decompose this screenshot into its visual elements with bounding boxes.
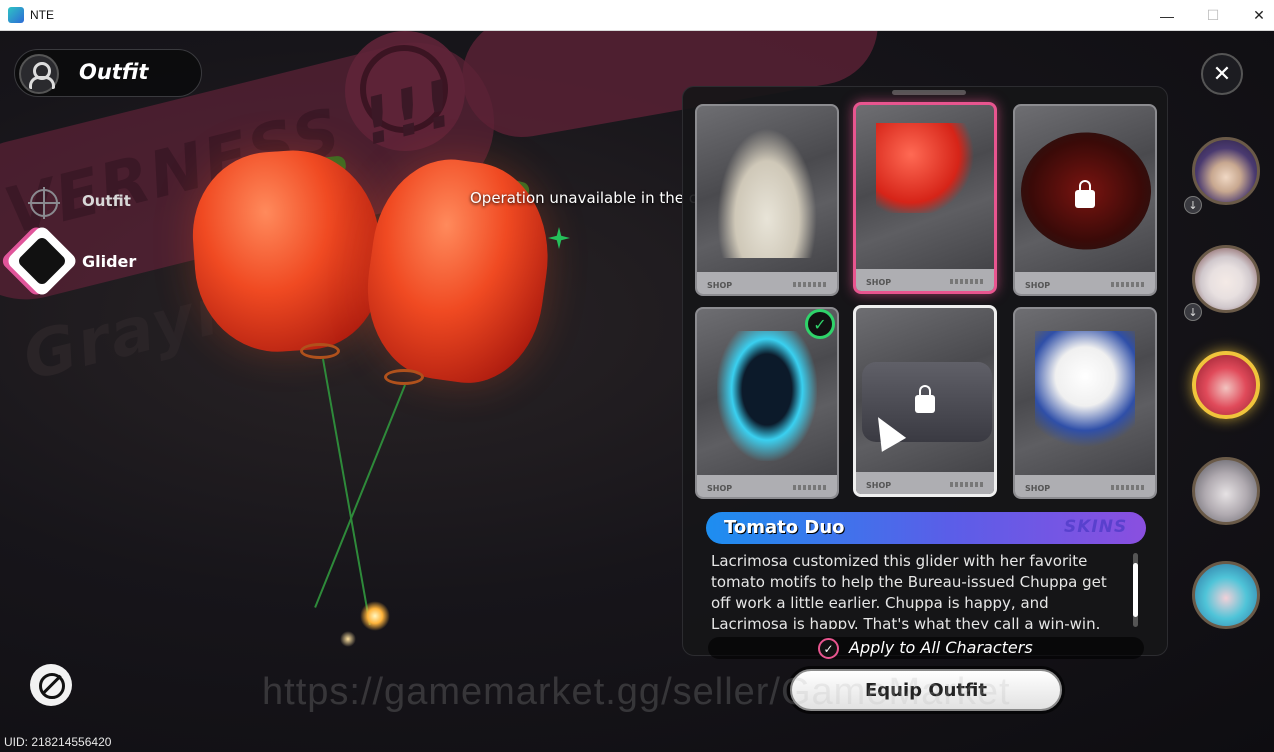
- card-stripes: [950, 482, 984, 487]
- card-tag: SHOP: [707, 281, 733, 290]
- character-avatar-4[interactable]: [1192, 457, 1260, 525]
- green-star-icon: [548, 227, 570, 249]
- card-stripes: [1111, 485, 1145, 490]
- outfit-card-2[interactable]: SHOP: [853, 102, 997, 294]
- hide-ui-button[interactable]: [30, 664, 72, 706]
- close-panel-button[interactable]: ✕: [1201, 53, 1243, 95]
- minimize-button[interactable]: —: [1144, 0, 1190, 31]
- card-tag: SHOP: [1025, 281, 1051, 290]
- glider-icon-inner: [16, 235, 68, 287]
- card-tag: SHOP: [866, 278, 892, 287]
- sidebar-item-outfit[interactable]: Outfit: [82, 192, 131, 210]
- apply-all-checkbox[interactable]: ✓: [818, 638, 839, 659]
- outfit-card-1[interactable]: SHOP: [695, 104, 839, 296]
- card-tag: SHOP: [1025, 484, 1051, 493]
- item-name: Tomato Duo: [724, 517, 845, 538]
- character-avatar-2[interactable]: [1192, 245, 1260, 313]
- sparkle-icon: [360, 601, 390, 631]
- person-icon: [19, 54, 59, 94]
- outfit-card-6[interactable]: SHOP: [1013, 307, 1157, 499]
- game-viewport: VERNESS !!! Grayners Outfit Outfit Glide…: [0, 31, 1274, 752]
- ribbon-bow-right: [384, 369, 424, 385]
- panel-handle[interactable]: [892, 90, 966, 95]
- card-stripes: [793, 485, 827, 490]
- page-title: Outfit: [79, 60, 149, 84]
- sidebar-item-glider[interactable]: Glider: [82, 252, 136, 271]
- uid-label: UID: 218214556420: [4, 735, 112, 749]
- character-avatar-1[interactable]: [1192, 137, 1260, 205]
- down-arrow-icon: ↓: [1184, 303, 1202, 321]
- crosshair-icon[interactable]: [28, 187, 60, 219]
- window-titlebar: NTE — ☐ ✕: [0, 0, 1274, 31]
- character-avatar-5[interactable]: [1192, 561, 1260, 629]
- card-stripes: [793, 282, 827, 287]
- ribbon-bow-left: [300, 343, 340, 359]
- down-arrow-icon: ↓: [1184, 196, 1202, 214]
- lock-icon: [1075, 180, 1095, 208]
- window-close-button[interactable]: ✕: [1236, 0, 1274, 31]
- blue-flame-spirit-icon: [717, 331, 817, 461]
- police-panda-icon: [1035, 331, 1135, 461]
- outfit-header: Outfit: [14, 49, 202, 97]
- tomato-balloon-icon: [876, 123, 976, 213]
- item-rarity: SKINS: [1064, 517, 1128, 537]
- maximize-button[interactable]: ☐: [1190, 0, 1236, 31]
- card-tag: SHOP: [707, 484, 733, 493]
- balloon-string-left: [322, 358, 371, 626]
- item-description: Lacrimosa customized this glider with he…: [711, 552, 1107, 629]
- chuppa-costume-icon: [717, 128, 817, 258]
- character-avatar-3[interactable]: [1192, 351, 1260, 419]
- card-stripes: [1111, 282, 1145, 287]
- card-stripes: [950, 279, 984, 284]
- lock-icon: [915, 385, 935, 413]
- description-scrollbar-thumb[interactable]: [1133, 563, 1138, 617]
- app-icon: [8, 7, 24, 23]
- apply-all-label[interactable]: Apply to All Characters: [849, 638, 1033, 657]
- window-title: NTE: [30, 8, 54, 22]
- watermark-text: https://gamemarket.gg/seller/GameMarket: [262, 671, 1011, 713]
- card-tag: SHOP: [866, 481, 892, 490]
- sparkle-small-icon: [340, 631, 356, 647]
- equipped-check-icon: ✓: [805, 309, 835, 339]
